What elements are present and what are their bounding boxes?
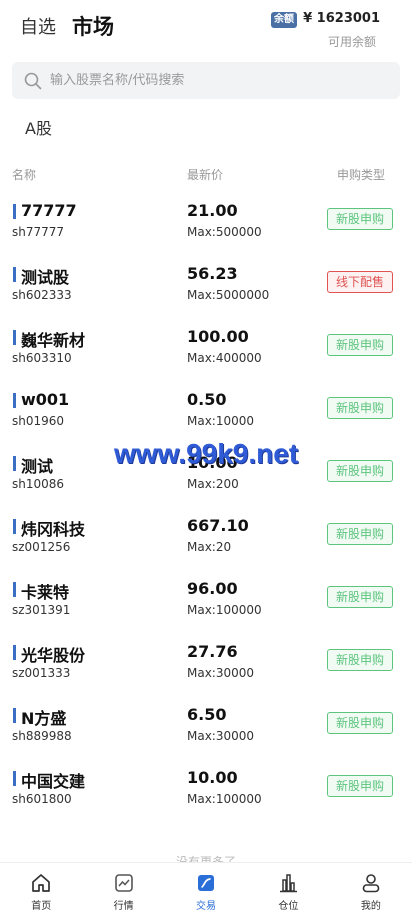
stock-max: Max:30000 (187, 666, 255, 680)
tab-a-shares[interactable]: A股 (25, 115, 52, 139)
stock-name: N方盛 (21, 709, 67, 728)
stock-price: 21.00 (187, 201, 238, 220)
stock-price: 6.50 (187, 705, 227, 724)
row-marker (13, 519, 16, 534)
search-icon (24, 72, 42, 90)
column-header-type: 申购类型 (336, 168, 385, 182)
tab-positions-label: 仓位 (278, 901, 299, 912)
stock-max: Max:100000 (187, 603, 262, 617)
column-header-price: 最新价 (187, 168, 224, 182)
subscribe-type-button[interactable]: 新股申购 (327, 775, 393, 797)
stock-price: 10.00 (187, 768, 238, 787)
stock-name: 光华股份 (21, 646, 86, 665)
stock-name: 测试股 (21, 268, 70, 287)
stock-row[interactable]: 测试股 sh602333 56.23 Max:5000000 线下配售 (0, 253, 412, 316)
stock-row[interactable]: 中国交建 sh601800 10.00 Max:100000 新股申购 (0, 757, 412, 820)
stock-price: 56.23 (187, 264, 238, 283)
row-marker (13, 645, 16, 660)
stock-max: Max:5000000 (187, 288, 270, 302)
search-input[interactable] (50, 62, 390, 99)
subscribe-type-button[interactable]: 新股申购 (327, 460, 393, 482)
subscribe-type-button[interactable]: 线下配售 (327, 271, 393, 293)
stock-row[interactable]: 炜冈科技 sz001256 667.10 Max:20 新股申购 (0, 505, 412, 568)
subscribe-type-button[interactable]: 新股申购 (327, 712, 393, 734)
tab-quotes[interactable]: 行情 (82, 863, 164, 915)
stock-price: 27.76 (187, 642, 238, 661)
stock-name: 炜冈科技 (21, 520, 86, 539)
subscribe-type-button[interactable]: 新股申购 (327, 586, 393, 608)
row-marker (13, 330, 16, 345)
stock-max: Max:200 (187, 477, 239, 491)
stock-name: w001 (21, 390, 70, 409)
stock-list: 77777 sh77777 21.00 Max:500000 新股申购 测试股 … (0, 190, 412, 820)
stock-max: Max:500000 (187, 225, 262, 239)
stock-code: sh602333 (12, 288, 72, 302)
tab-market[interactable]: 市场 (72, 11, 114, 41)
stock-row[interactable]: 卡莱特 sz301391 96.00 Max:100000 新股申购 (0, 568, 412, 631)
stock-code: sh10086 (12, 477, 65, 491)
stock-price: 96.00 (187, 579, 238, 598)
stock-code: sh603310 (12, 351, 72, 365)
stock-code: sz001333 (12, 666, 71, 680)
stock-price: 667.10 (187, 516, 249, 535)
stock-row[interactable]: 77777 sh77777 21.00 Max:500000 新股申购 (0, 190, 412, 253)
column-header-name: 名称 (12, 168, 37, 182)
stock-code: sh01960 (12, 414, 65, 428)
stock-code: sz301391 (12, 603, 71, 617)
stock-price: 0.50 (187, 390, 227, 409)
stock-max: Max:400000 (187, 351, 262, 365)
stock-max: Max:100000 (187, 792, 262, 806)
stock-name: 中国交建 (21, 772, 86, 791)
stock-code: sz001256 (12, 540, 71, 554)
stock-name: 巍华新材 (21, 331, 86, 350)
balance-label: 可用余额 (327, 35, 376, 49)
row-marker (13, 582, 16, 597)
stock-code: sh77777 (12, 225, 65, 239)
watermark: www.99k9.net (114, 438, 299, 469)
balance-value: ¥ 1623001 (303, 11, 380, 26)
stock-row[interactable]: N方盛 sh889988 6.50 Max:30000 新股申购 (0, 694, 412, 757)
stock-name: 卡莱特 (21, 583, 70, 602)
stock-row[interactable]: 巍华新材 sh603310 100.00 Max:400000 新股申购 (0, 316, 412, 379)
row-marker (13, 708, 16, 723)
header: 自选 市场 余额 ¥ 1623001 可用余额 (0, 0, 412, 56)
tab-positions[interactable]: 仓位 (247, 863, 329, 915)
tab-trade-label: 交易 (196, 901, 217, 912)
subscribe-type-button[interactable]: 新股申购 (327, 649, 393, 671)
tab-quotes-label: 行情 (113, 901, 134, 912)
stock-row[interactable]: w001 sh01960 0.50 Max:10000 新股申购 (0, 379, 412, 442)
row-marker (13, 267, 16, 282)
tab-home[interactable]: 首页 (0, 863, 82, 915)
stock-max: Max:10000 (187, 414, 255, 428)
stock-price: 100.00 (187, 327, 249, 346)
tab-home-label: 首页 (31, 901, 52, 912)
subscribe-type-button[interactable]: 新股申购 (327, 397, 393, 419)
balance-badge: 余额 (271, 12, 297, 28)
stock-max: Max:20 (187, 540, 232, 554)
tab-me[interactable]: 我的 (330, 863, 412, 915)
stock-name: 测试 (21, 457, 54, 476)
tab-trade[interactable]: 交易 (165, 863, 247, 915)
tab-watchlist[interactable]: 自选 (20, 13, 56, 39)
stock-row[interactable]: 光华股份 sz001333 27.76 Max:30000 新股申购 (0, 631, 412, 694)
bottom-tab-bar: 首页 行情 交易 仓位 我的 (0, 862, 412, 915)
subscribe-type-button[interactable]: 新股申购 (327, 523, 393, 545)
row-marker (13, 393, 16, 408)
row-marker (13, 771, 16, 786)
row-marker (13, 204, 16, 219)
row-marker (13, 456, 16, 471)
search-bar[interactable] (12, 62, 400, 99)
subscribe-type-button[interactable]: 新股申购 (327, 334, 393, 356)
stock-code: sh889988 (12, 729, 72, 743)
stock-code: sh601800 (12, 792, 72, 806)
stock-name: 77777 (21, 201, 77, 220)
subscribe-type-button[interactable]: 新股申购 (327, 208, 393, 230)
tab-me-label: 我的 (360, 901, 381, 912)
stock-max: Max:30000 (187, 729, 255, 743)
